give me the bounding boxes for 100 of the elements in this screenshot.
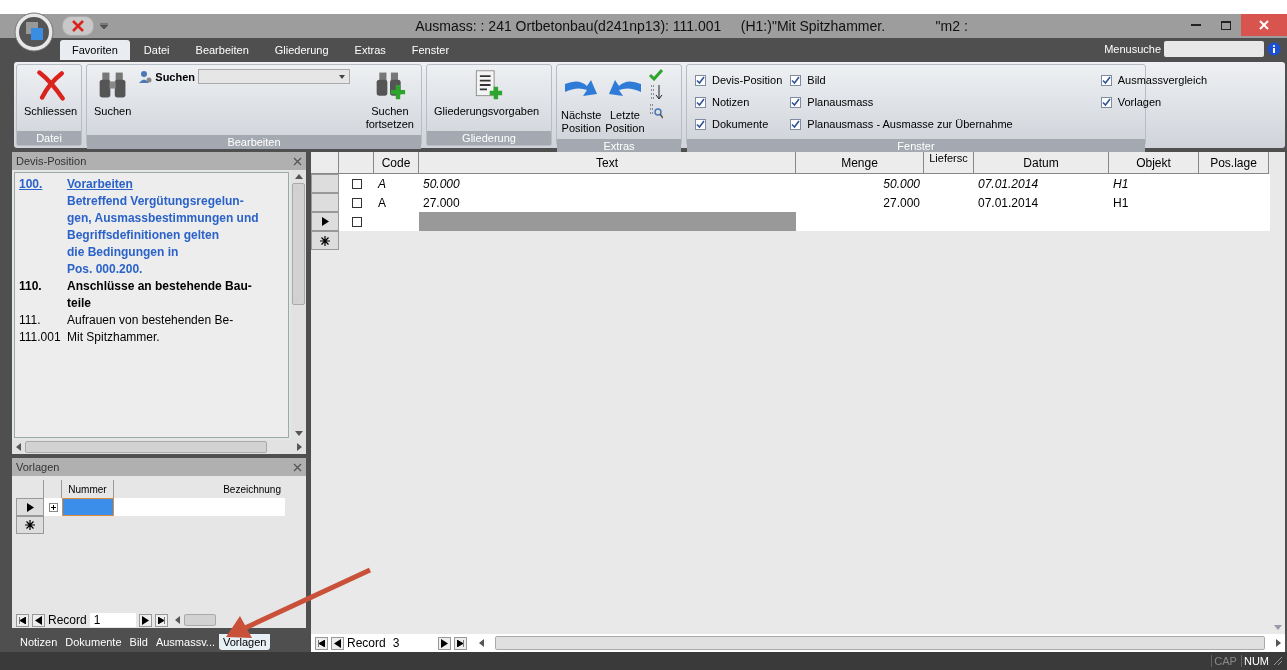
list-magnifier-icon[interactable]	[648, 103, 663, 119]
sort-list-icon[interactable]	[648, 84, 663, 100]
table-row[interactable]: A 27.000 27.000 07.01.2014 H1	[311, 193, 1270, 212]
panel-tab[interactable]: Dokumente	[61, 634, 126, 650]
position-text: teile	[67, 295, 91, 312]
scrollbar-thumb[interactable]	[292, 183, 305, 305]
window-checkbox[interactable]: Ausmassvergleich	[1100, 69, 1207, 91]
vertical-scrollbar[interactable]	[291, 170, 306, 440]
panel-tab[interactable]: Bild	[125, 634, 152, 650]
close-button[interactable]	[1241, 14, 1287, 36]
customize-caret-icon[interactable]	[100, 23, 108, 29]
position-text: gen, Ausmassbestimmungen und	[67, 210, 259, 227]
checkmark-icon	[696, 75, 705, 85]
first-record-button[interactable]	[315, 636, 328, 650]
menu-search-field[interactable]	[1164, 41, 1264, 57]
window-checkbox[interactable]: Vorlagen	[1100, 91, 1207, 113]
outline-button[interactable]: Gliederungsvorgaben	[431, 67, 543, 120]
expand-icon[interactable]	[48, 502, 58, 512]
window-checkbox[interactable]: Dokumente	[695, 113, 783, 135]
table-cell[interactable]	[62, 498, 114, 516]
scrollbar-thumb[interactable]	[183, 614, 216, 626]
previous-record-button[interactable]	[331, 636, 344, 650]
table-cell-text: 07.01.2014	[977, 175, 1040, 193]
window-checkbox[interactable]: Planausmass - Ausmasse zur Übernahme	[790, 113, 1013, 135]
position-text: Mit Spitzhammer.	[67, 329, 160, 346]
close-quick-button[interactable]	[62, 16, 94, 36]
position-number[interactable]: 111.	[19, 312, 67, 329]
ribbon-group-title: Bearbeiten	[87, 135, 421, 149]
table-cell-text: A	[376, 175, 387, 193]
horizontal-scrollbar[interactable]	[12, 440, 306, 454]
scroll-up-icon[interactable]	[294, 174, 303, 179]
scroll-left-icon[interactable]	[16, 443, 21, 451]
row-header[interactable]	[16, 498, 44, 516]
menu-tab[interactable]: Extras	[342, 40, 398, 60]
status-indicator: CAP	[1211, 655, 1237, 667]
scroll-left-icon[interactable]	[478, 639, 484, 647]
table-cell-text: H1	[1112, 175, 1130, 193]
ribbon-group-title: Gliederung	[427, 131, 551, 145]
next-icon	[141, 615, 149, 625]
checkmark-icon	[696, 97, 705, 107]
record-label: Record	[48, 613, 87, 627]
table-cell-text: A	[377, 194, 387, 212]
next-position-button[interactable]: Nächste Position	[561, 67, 602, 137]
next-record-button[interactable]	[437, 636, 451, 650]
record-number-field[interactable]: 1	[89, 613, 136, 627]
checkmark-icon[interactable]	[648, 69, 663, 81]
last-record-button[interactable]	[453, 636, 467, 650]
record-label: Record	[347, 636, 386, 650]
first-record-button[interactable]	[16, 613, 29, 627]
scroll-left-icon[interactable]	[174, 616, 180, 624]
position-number[interactable]: 110.	[19, 278, 67, 295]
menu-tab[interactable]: Fenster	[399, 40, 462, 60]
menu-tab[interactable]: Bearbeiten	[183, 40, 261, 60]
table-cell[interactable]	[114, 498, 285, 516]
current-row-icon	[321, 217, 329, 226]
scroll-right-icon[interactable]	[297, 443, 302, 451]
window-checkbox[interactable]: Devis-Position	[695, 69, 783, 91]
close-icon[interactable]	[293, 156, 302, 166]
panel-tab[interactable]: Ausmassv...	[151, 634, 219, 650]
previous-position-button[interactable]: Letzte Position	[605, 67, 645, 137]
checkmark-icon	[791, 119, 801, 129]
menu-tab[interactable]: Gliederung	[262, 40, 341, 60]
ribbon-group-title: Datei	[17, 131, 81, 145]
horizontal-scrollbar[interactable]	[494, 636, 1265, 650]
window-checkbox[interactable]: Notizen	[695, 91, 783, 113]
current-row-icon	[26, 502, 34, 512]
scroll-right-icon[interactable]	[1276, 639, 1281, 647]
table-row[interactable]: A 50.000 50.000 07.01.2014 H1	[311, 174, 1270, 193]
new-row-header[interactable]	[311, 231, 339, 250]
search-next-button[interactable]: Suchen fortsetzen	[362, 67, 417, 133]
arrow-right-icon	[563, 78, 600, 96]
row-header[interactable]	[311, 212, 339, 231]
previous-record-button[interactable]	[32, 613, 45, 627]
row-checkbox[interactable]	[351, 178, 362, 189]
arrow-left-icon	[606, 78, 643, 96]
scrollbar-thumb[interactable]	[25, 441, 267, 453]
first-record-icon	[318, 639, 325, 647]
info-icon[interactable]	[1267, 42, 1281, 56]
scroll-down-icon[interactable]	[294, 431, 303, 436]
row-checkbox[interactable]	[351, 197, 362, 208]
position-number[interactable]: 111.001	[19, 329, 67, 346]
checkmark-icon	[791, 97, 801, 107]
checkmark-icon	[696, 119, 705, 129]
menu-tab[interactable]: Favoriten	[60, 40, 130, 60]
close-button[interactable]: Schliessen	[21, 67, 81, 120]
window-checkbox[interactable]: Planausmass	[790, 91, 1013, 113]
close-icon[interactable]	[293, 462, 302, 472]
x-mark-icon	[72, 20, 84, 32]
new-row-header[interactable]	[16, 516, 44, 534]
menu-tab[interactable]: Datei	[131, 40, 182, 60]
resize-grip-icon[interactable]	[1273, 656, 1283, 666]
search-button[interactable]: Suchen	[91, 67, 135, 120]
position-text: Anschlüsse an bestehende Bau-	[67, 278, 252, 295]
position-number[interactable]: 100.	[19, 176, 67, 193]
window-checkbox[interactable]: Bild	[790, 69, 1013, 91]
panel-tab[interactable]: Notizen	[16, 634, 62, 650]
row-checkbox[interactable]	[351, 216, 362, 227]
next-record-button[interactable]	[138, 613, 152, 627]
position-text: Vorarbeiten	[67, 176, 134, 193]
last-record-button[interactable]	[154, 613, 168, 627]
